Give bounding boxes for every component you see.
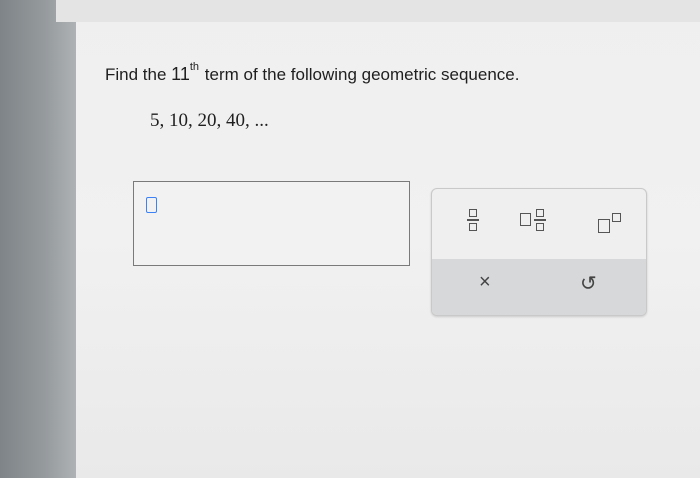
clear-button[interactable]: ×: [479, 271, 491, 294]
undo-button[interactable]: ↺: [580, 271, 597, 296]
mixed-number-icon: [520, 213, 531, 227]
mixed-fraction: [534, 209, 546, 231]
fraction-button[interactable]: [467, 209, 479, 231]
top-bar: [56, 0, 700, 22]
mixed-fraction-bar: [534, 219, 546, 221]
answer-input[interactable]: [133, 181, 410, 266]
clear-x-icon: ×: [479, 271, 491, 293]
question-rest: term of the following geometric sequence…: [204, 65, 520, 84]
exponent-button[interactable]: [598, 213, 624, 235]
question-text: Find the 11th term of the following geom…: [105, 61, 520, 85]
fraction-bar: [467, 219, 479, 221]
mixed-number-button[interactable]: [520, 209, 546, 231]
math-palette: × ↺: [431, 188, 647, 316]
mixed-denominator-box: [536, 222, 544, 231]
term-number: 11: [171, 64, 190, 84]
exponent-icon: [598, 219, 610, 233]
fraction-icon: [469, 209, 477, 217]
mixed-numerator-box: [536, 209, 544, 217]
term-suffix: th: [189, 61, 200, 74]
exponent-power-box: [612, 213, 621, 222]
screen-bezel: [0, 0, 76, 478]
palette-actions: [432, 259, 646, 315]
sequence-text: 5, 10, 20, 40, ...: [150, 110, 269, 131]
fraction-denominator-box: [469, 222, 477, 231]
undo-icon: ↺: [580, 273, 597, 295]
question-prefix: Find the: [105, 65, 167, 84]
input-caret-icon: [146, 197, 157, 213]
